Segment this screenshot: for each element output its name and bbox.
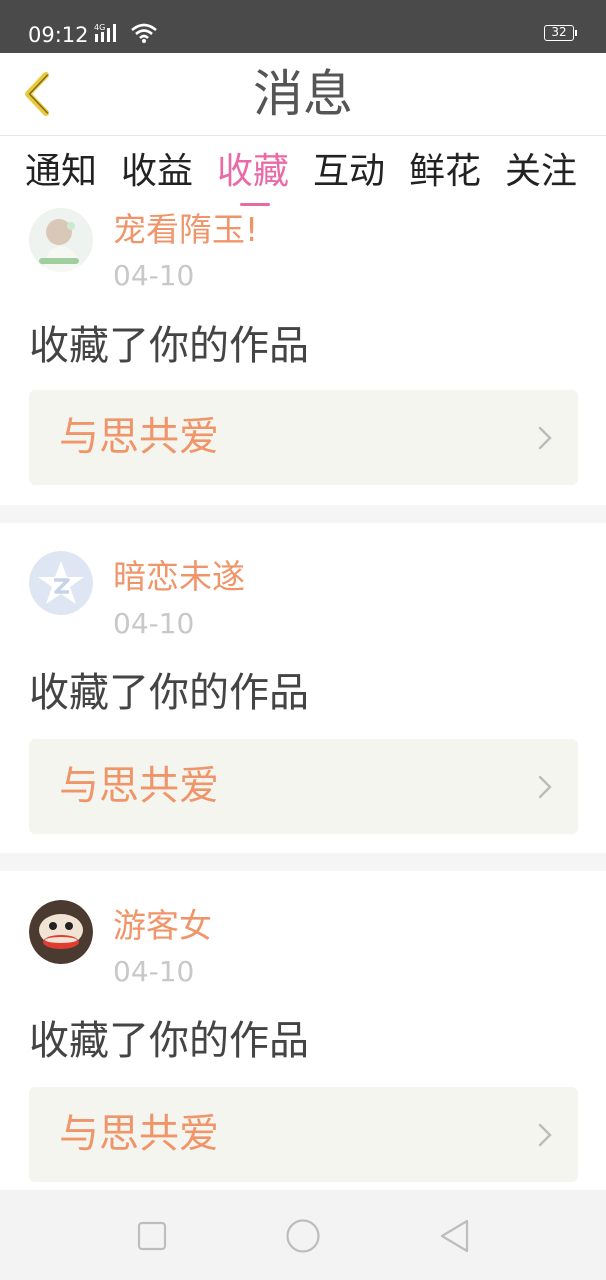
status-bar: 09:12 4G 32 <box>0 0 606 53</box>
active-tab-indicator <box>240 203 270 206</box>
post-date: 04-10 <box>113 955 195 988</box>
work-link[interactable]: 与思共爱 <box>29 739 578 834</box>
user-avatar[interactable] <box>29 551 93 615</box>
tab-favorites[interactable]: 收藏 <box>217 150 289 194</box>
post-date: 04-10 <box>113 259 195 292</box>
work-title: 与思共爱 <box>59 1111 219 1157</box>
divider <box>0 505 606 523</box>
wifi-icon <box>131 23 157 43</box>
status-time: 09:12 <box>28 23 89 47</box>
app-header: 消息 <box>0 53 606 136</box>
work-title: 与思共爱 <box>59 414 219 460</box>
chevron-right-icon <box>538 426 552 450</box>
home-icon[interactable] <box>285 1218 321 1254</box>
action-text: 收藏了你的作品 <box>29 323 309 369</box>
list-item: 游客女 04-10 收藏了你的作品 与思共爱 <box>0 871 606 1190</box>
signal-icon: 4G <box>94 23 116 42</box>
system-nav-bar <box>0 1190 606 1280</box>
post-date: 04-10 <box>113 607 195 640</box>
list-item: 宠看隋玉! 04-10 收藏了你的作品 与思共爱 <box>0 208 606 505</box>
user-name[interactable]: 游客女 <box>113 906 212 946</box>
monkey-avatar-icon <box>29 900 93 964</box>
user-name[interactable]: 暗恋未遂 <box>113 557 245 597</box>
tab-interactions[interactable]: 互动 <box>313 150 385 194</box>
action-text: 收藏了你的作品 <box>29 1018 309 1064</box>
action-text: 收藏了你的作品 <box>29 670 309 716</box>
favorites-feed[interactable]: 宠看隋玉! 04-10 收藏了你的作品 与思共爱 暗恋未遂 04-10 收藏了你… <box>0 208 606 1190</box>
qzone-star-avatar-icon <box>29 551 93 615</box>
chevron-right-icon <box>538 1123 552 1147</box>
network-type-label: 4G <box>94 23 105 32</box>
tab-bar: 通知 收益 收藏 互动 鲜花 关注 <box>0 136 606 208</box>
tab-notifications[interactable]: 通知 <box>25 150 97 194</box>
chevron-right-icon <box>538 775 552 799</box>
user-name[interactable]: 宠看隋玉! <box>113 210 258 250</box>
photo-avatar-icon <box>29 208 93 272</box>
recent-apps-icon[interactable] <box>134 1218 170 1254</box>
work-link[interactable]: 与思共爱 <box>29 390 578 485</box>
work-link[interactable]: 与思共爱 <box>29 1087 578 1182</box>
tab-follows[interactable]: 关注 <box>505 150 577 194</box>
tab-flowers[interactable]: 鲜花 <box>409 150 481 194</box>
divider <box>0 853 606 871</box>
user-avatar[interactable] <box>29 208 93 272</box>
user-avatar[interactable] <box>29 900 93 964</box>
tab-earnings[interactable]: 收益 <box>121 150 193 194</box>
page-title: 消息 <box>253 65 353 123</box>
work-title: 与思共爱 <box>59 763 219 809</box>
back-triangle-icon[interactable] <box>437 1218 473 1254</box>
list-item: 暗恋未遂 04-10 收藏了你的作品 与思共爱 <box>0 523 606 853</box>
battery-level: 32 <box>551 25 567 39</box>
battery-icon: 32 <box>544 25 577 41</box>
